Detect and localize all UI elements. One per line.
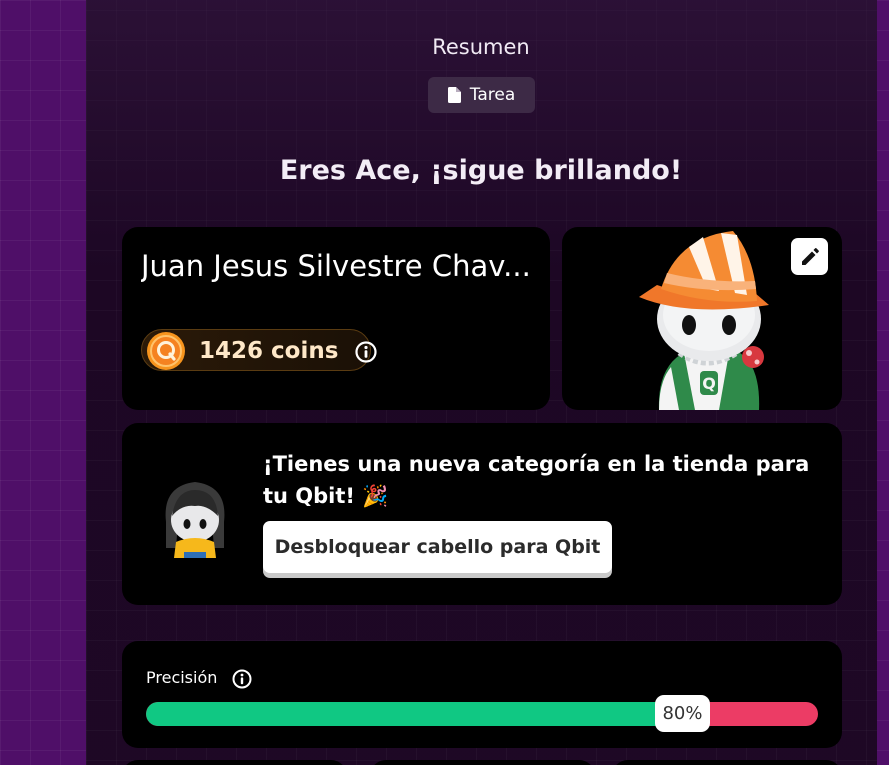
new-category-card: ¡Tienes una nueva categoría en la tienda… bbox=[122, 423, 842, 605]
assignment-type-badge: Tarea bbox=[428, 77, 535, 113]
svg-text:Q: Q bbox=[702, 374, 716, 393]
assignment-type-label: Tarea bbox=[469, 85, 516, 105]
coin-icon bbox=[147, 332, 185, 370]
profile-card: Juan Jesus Silvestre Chav... 1426 coins bbox=[122, 227, 550, 410]
new-category-message: ¡Tienes una nueva categoría en la tienda… bbox=[263, 452, 810, 508]
accuracy-bar-fill bbox=[146, 702, 684, 726]
pencil-icon bbox=[801, 247, 819, 265]
coins-count: 1426 coins bbox=[199, 338, 339, 364]
accuracy-card: Precisión 80% bbox=[122, 641, 842, 748]
page-title: Resumen bbox=[432, 35, 530, 59]
performance-headline: Eres Ace, ¡sigue brillando! bbox=[279, 155, 683, 186]
accuracy-value: 80% bbox=[655, 695, 710, 732]
stat-card bbox=[612, 760, 842, 765]
stat-card bbox=[122, 760, 347, 765]
qbit-hair-preview bbox=[165, 482, 225, 558]
unlock-hair-button[interactable]: Desbloquear cabello para Qbit bbox=[263, 521, 612, 573]
accuracy-bar bbox=[146, 702, 818, 726]
document-icon bbox=[447, 87, 461, 103]
info-icon[interactable] bbox=[232, 669, 252, 689]
info-icon[interactable] bbox=[355, 341, 377, 363]
stat-card bbox=[370, 760, 595, 765]
edit-avatar-button[interactable] bbox=[791, 238, 828, 275]
avatar-card: Q bbox=[562, 227, 842, 410]
player-name: Juan Jesus Silvestre Chav... bbox=[141, 249, 531, 283]
accuracy-label: Precisión bbox=[146, 668, 218, 687]
qbit-avatar: Q bbox=[639, 231, 769, 410]
coins-badge[interactable]: 1426 coins bbox=[141, 329, 377, 371]
